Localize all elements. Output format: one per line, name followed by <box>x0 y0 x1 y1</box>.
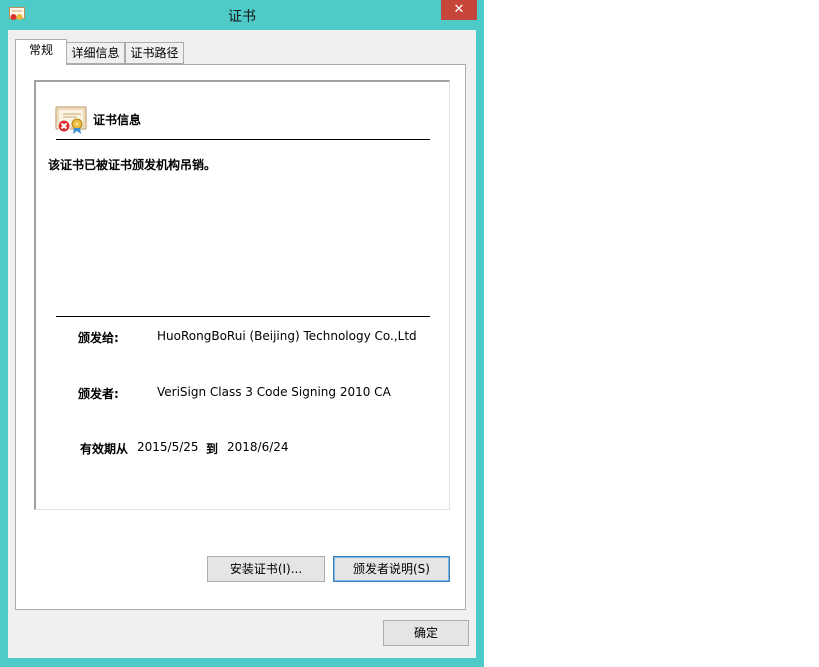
revoked-certificate-icon <box>55 106 87 134</box>
valid-from-date: 2015/5/25 <box>137 440 199 454</box>
issued-to-label: 颁发给: <box>78 331 119 345</box>
tab-certification-path[interactable]: 证书路径 <box>125 42 184 64</box>
valid-from-label: 有效期从 <box>80 442 129 456</box>
divider <box>56 139 430 140</box>
issued-to-value: HuoRongBoRui (Beijing) Technology Co.,Lt… <box>157 329 417 343</box>
close-button[interactable]: ✕ <box>441 0 477 20</box>
tab-details[interactable]: 详细信息 <box>66 42 125 64</box>
revocation-status-message: 该证书已被证书颁发机构吊销。 <box>48 158 217 172</box>
issued-by-label: 颁发者: <box>78 387 119 401</box>
certificate-info-heading: 证书信息 <box>93 113 142 127</box>
install-certificate-button[interactable]: 安装证书(I)... <box>207 556 325 582</box>
close-icon: ✕ <box>453 2 465 17</box>
tab-general[interactable]: 常规 <box>15 39 67 65</box>
certificate-window: 证书 ✕ 常规 详细信息 证书路径 证书信息 该证书已被证书颁发机构吊销。 颁发… <box>0 0 484 667</box>
dialog-client: 常规 详细信息 证书路径 证书信息 该证书已被证书颁发机构吊销。 颁发给: Hu… <box>8 30 476 658</box>
general-tab-panel: 证书信息 该证书已被证书颁发机构吊销。 颁发给: HuoRongBoRui (B… <box>15 64 466 610</box>
issuer-statement-button[interactable]: 颁发者说明(S) <box>333 556 450 582</box>
divider <box>56 316 430 317</box>
certificate-info-box: 证书信息 该证书已被证书颁发机构吊销。 颁发给: HuoRongBoRui (B… <box>34 80 450 510</box>
issued-by-value: VeriSign Class 3 Code Signing 2010 CA <box>157 385 391 399</box>
window-title: 证书 <box>228 9 256 25</box>
valid-to-date: 2018/6/24 <box>227 440 289 454</box>
valid-to-label: 到 <box>206 442 219 456</box>
ok-button[interactable]: 确定 <box>383 620 469 646</box>
title-bar[interactable]: 证书 ✕ <box>0 0 484 30</box>
